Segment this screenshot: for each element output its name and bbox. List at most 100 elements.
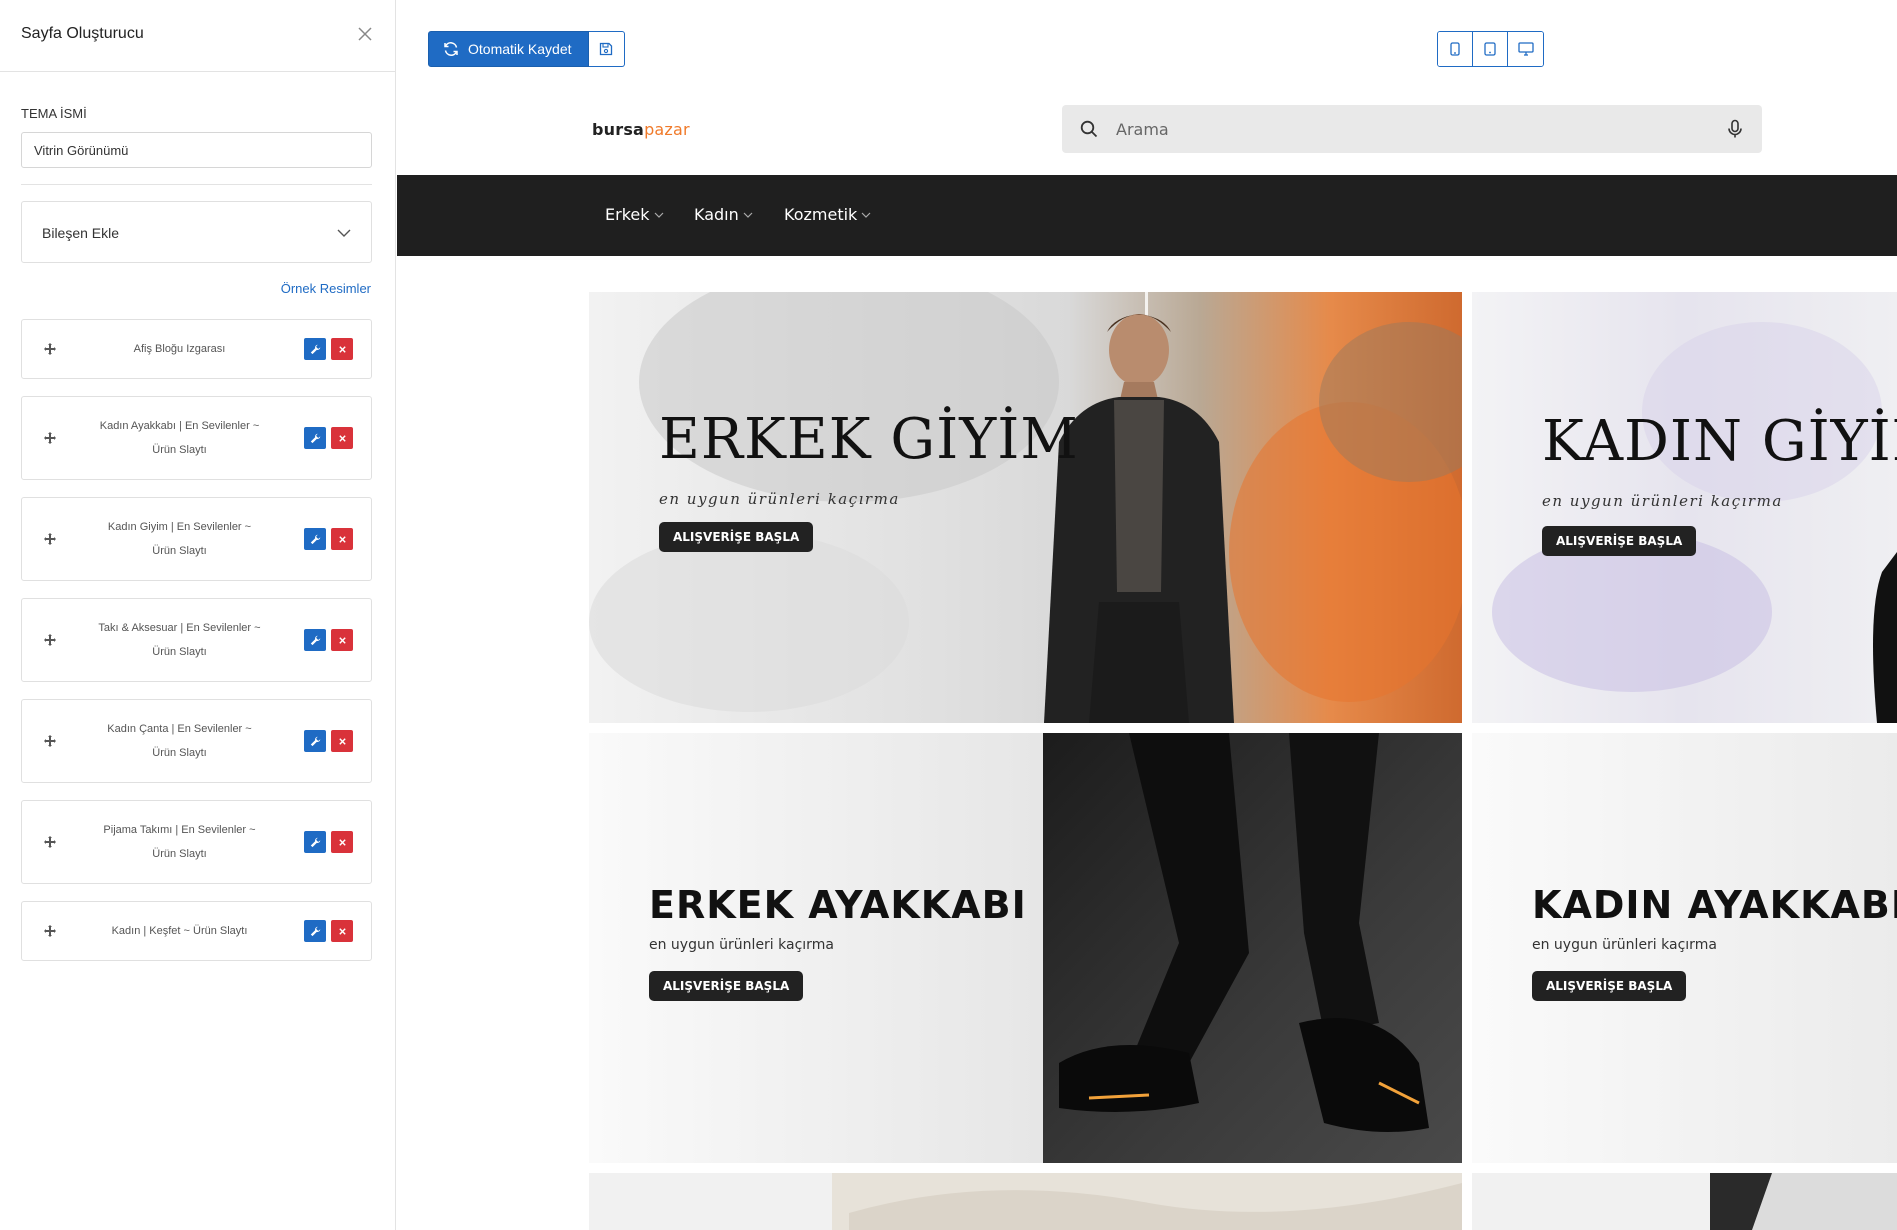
banner-image [832, 1173, 1462, 1230]
page-preview: Otomatik Kaydet bursapazar Erkek Kadın [397, 0, 1897, 1230]
move-icon[interactable] [44, 432, 56, 444]
wrench-icon [310, 736, 320, 746]
add-component-label: Bileşen Ekle [42, 225, 120, 241]
component-item[interactable]: Kadın | Keşfet ~ Ürün Slaytı [21, 901, 372, 961]
move-icon[interactable] [44, 836, 56, 848]
banner-title: KADIN GİYİM [1542, 409, 1897, 474]
component-label: Kadın Giyim | En Sevilenler ~ Ürün Slayt… [107, 521, 252, 557]
wrench-icon [310, 837, 320, 847]
tablet-icon [1484, 42, 1496, 56]
banner-subtitle: en uygun ürünleri kaçırma [649, 937, 834, 953]
delete-component-button[interactable] [331, 427, 353, 449]
store-logo[interactable]: bursapazar [592, 120, 690, 139]
add-component-dropdown[interactable]: Bileşen Ekle [21, 201, 372, 263]
nav-item-kadin[interactable]: Kadın [694, 205, 753, 224]
component-item[interactable]: Takı & Aksesuar | En Sevilenler ~ Ürün S… [21, 598, 372, 682]
wrench-icon [310, 534, 320, 544]
logo-text-primary: bursa [592, 120, 645, 139]
banner-title: ERKEK AYAKKABI [649, 883, 1027, 927]
component-label: Afiş Bloğu Izgarası [133, 343, 226, 355]
wrench-icon [310, 926, 320, 936]
delete-component-button[interactable] [331, 920, 353, 942]
delete-icon [338, 535, 346, 543]
nav-item-kozmetik[interactable]: Kozmetik [784, 205, 871, 224]
component-label: Kadın | Keşfet ~ Ürün Slaytı [111, 925, 248, 937]
component-item[interactable]: Afiş Bloğu Izgarası [21, 319, 372, 379]
delete-component-button[interactable] [331, 528, 353, 550]
banner-row3-right[interactable] [1472, 1173, 1897, 1230]
edit-component-button[interactable] [304, 629, 326, 651]
edit-component-button[interactable] [304, 920, 326, 942]
component-item[interactable]: Kadın Çanta | En Sevilenler ~ Ürün Slayt… [21, 699, 372, 783]
autosave-group: Otomatik Kaydet [428, 31, 625, 67]
desktop-icon [1517, 42, 1534, 56]
move-icon[interactable] [44, 634, 56, 646]
banner-content: ERKEK AYAKKABI en uygun ürünleri kaçırma… [649, 883, 1027, 1001]
edit-component-button[interactable] [304, 528, 326, 550]
wrench-icon [310, 433, 320, 443]
banner-subtitle: en uygun ürünleri kaçırma [1532, 937, 1717, 953]
mobile-view-button[interactable] [1438, 32, 1473, 66]
banner-content: KADIN AYAKKABI en uygun ürünleri kaçırma… [1532, 883, 1897, 1001]
chevron-down-icon [337, 229, 351, 237]
edit-component-button[interactable] [304, 338, 326, 360]
banner-erkek-giyim[interactable]: ERKEK GİYİM en uygun ürünleri kaçırma AL… [589, 292, 1462, 723]
delete-component-button[interactable] [331, 338, 353, 360]
move-icon[interactable] [44, 925, 56, 937]
chevron-down-icon [861, 212, 871, 218]
delete-component-button[interactable] [331, 831, 353, 853]
banner-content: KADIN GİYİM en uygun ürünleri kaçırma AL… [1542, 409, 1897, 556]
delete-component-button[interactable] [331, 629, 353, 651]
delete-component-button[interactable] [331, 730, 353, 752]
component-label: Pijama Takımı | En Sevilenler ~ Ürün Sla… [103, 824, 256, 860]
delete-icon [338, 737, 346, 745]
component-item[interactable]: Pijama Takımı | En Sevilenler ~ Ürün Sla… [21, 800, 372, 884]
tablet-view-button[interactable] [1473, 32, 1508, 66]
autosave-button[interactable]: Otomatik Kaydet [428, 31, 589, 67]
refresh-icon [444, 42, 458, 56]
chevron-down-icon [654, 212, 663, 218]
banner-kadin-giyim[interactable]: KADIN GİYİM en uygun ürünleri kaçırma AL… [1472, 292, 1897, 723]
delete-icon [338, 838, 346, 846]
nav-item-label: Kadın [694, 205, 739, 224]
edit-component-button[interactable] [304, 730, 326, 752]
device-preview-toggle [1437, 31, 1544, 67]
delete-icon [338, 927, 346, 935]
sidebar-header: Sayfa Oluşturucu [0, 0, 396, 72]
move-icon[interactable] [44, 735, 56, 747]
shop-now-button[interactable]: ALIŞVERİŞE BAŞLA [649, 971, 804, 1001]
banner-subtitle: en uygun ürünleri kaçırma [659, 490, 900, 508]
desktop-view-button[interactable] [1508, 32, 1543, 66]
edit-component-button[interactable] [304, 831, 326, 853]
component-label: Takı & Aksesuar | En Sevilenler ~ Ürün S… [98, 622, 261, 658]
search-input[interactable] [1116, 105, 1696, 153]
shop-now-button[interactable]: ALIŞVERİŞE BAŞLA [659, 522, 814, 552]
wrench-icon [310, 344, 320, 354]
theme-name-input[interactable] [21, 132, 372, 168]
save-button[interactable] [588, 31, 625, 67]
move-icon[interactable] [44, 533, 56, 545]
edit-component-button[interactable] [304, 427, 326, 449]
close-icon[interactable] [356, 25, 374, 43]
wrench-icon [310, 635, 320, 645]
banner-kadin-ayakkabi[interactable]: KADIN AYAKKABI en uygun ürünleri kaçırma… [1472, 733, 1897, 1163]
page-builder-sidebar: Sayfa Oluşturucu TEMA İSMİ Bileşen Ekle … [0, 0, 396, 1230]
component-item[interactable]: Kadın Ayakkabı | En Sevilenler ~ Ürün Sl… [21, 396, 372, 480]
shop-now-button[interactable]: ALIŞVERİŞE BAŞLA [1532, 971, 1687, 1001]
banner-row3-left[interactable] [589, 1173, 1462, 1230]
search-icon [1080, 120, 1098, 138]
category-nav: Erkek Kadın Kozmetik [397, 175, 1897, 256]
banner-image [1710, 1173, 1897, 1230]
component-item[interactable]: Kadın Giyim | En Sevilenler ~ Ürün Slayt… [21, 497, 372, 581]
banner-title: ERKEK GİYİM [659, 407, 1079, 472]
sample-images-link[interactable]: Örnek Resimler [281, 281, 371, 296]
banner-erkek-ayakkabi[interactable]: ERKEK AYAKKABI en uygun ürünleri kaçırma… [589, 733, 1462, 1163]
nav-item-erkek[interactable]: Erkek [605, 205, 664, 224]
autosave-label: Otomatik Kaydet [468, 41, 572, 57]
move-icon[interactable] [44, 343, 56, 355]
microphone-icon[interactable] [1726, 119, 1744, 139]
shop-now-button[interactable]: ALIŞVERİŞE BAŞLA [1542, 526, 1697, 556]
search-bar [1062, 105, 1762, 153]
component-label: Kadın Çanta | En Sevilenler ~ Ürün Slayt… [107, 723, 252, 759]
divider [21, 184, 372, 185]
